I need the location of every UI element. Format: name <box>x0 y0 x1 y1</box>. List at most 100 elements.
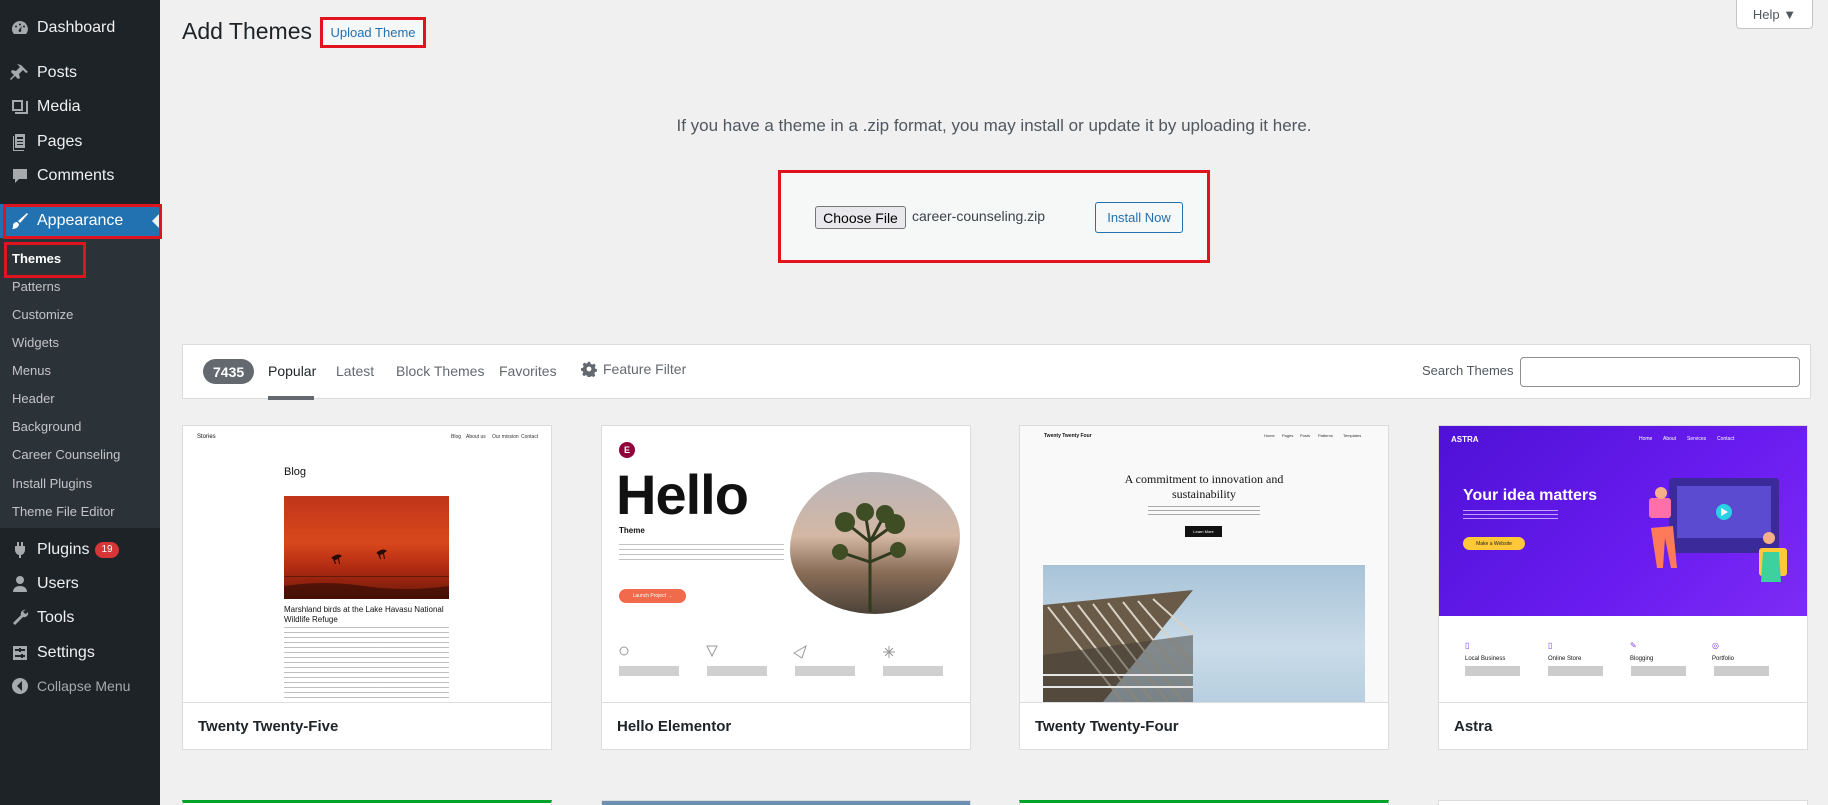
preview-nav-item: Home <box>1639 436 1653 442</box>
gear-icon <box>581 361 597 377</box>
theme-card-row2-2[interactable] <box>601 800 971 805</box>
theme-card-row2-3[interactable] <box>1019 800 1389 805</box>
preview-subheading: Theme <box>619 526 645 535</box>
feature-label: Portfolio <box>1712 656 1735 662</box>
menu-label-dashboard: Dashboard <box>37 19 116 36</box>
theme-card-astra[interactable]: ASTRA Home About Services Contact Your i… <box>1438 425 1808 750</box>
submenu-item-menus[interactable]: Menus <box>12 363 51 378</box>
search-themes-input[interactable] <box>1520 357 1800 387</box>
submenu-item-customize[interactable]: Customize <box>12 307 73 322</box>
tab-latest[interactable]: Latest <box>336 363 374 379</box>
menu-label-media: Media <box>37 98 81 115</box>
menu-item-media[interactable]: Media <box>0 90 160 124</box>
menu-item-comments[interactable]: Comments <box>0 159 160 193</box>
feature-filter-button[interactable]: Feature Filter <box>581 361 686 377</box>
menu-label-settings: Settings <box>37 644 95 661</box>
preview-make-website-button: Make a Website <box>1463 537 1525 550</box>
elementor-logo: E <box>619 442 635 458</box>
menu-label-collapse: Collapse Menu <box>37 678 131 694</box>
pages-icon <box>9 132 31 152</box>
submenu-item-career-counseling[interactable]: Career Counseling <box>12 447 120 462</box>
paintbrush-icon <box>9 211 31 231</box>
install-now-button[interactable]: Install Now <box>1095 202 1183 233</box>
comment-icon <box>9 166 31 186</box>
upload-form: Choose File career-counseling.zip Instal… <box>778 170 1210 263</box>
tab-favorites[interactable]: Favorites <box>499 363 557 379</box>
feature-description-text <box>1465 666 1785 676</box>
upload-description: If you have a theme in a .zip format, yo… <box>676 116 1312 135</box>
menu-label-users: Users <box>37 575 79 592</box>
preview-body-text <box>1148 506 1260 515</box>
collapse-icon <box>9 676 31 696</box>
plugins-update-badge: 19 <box>95 542 119 558</box>
menu-item-posts[interactable]: Posts <box>0 56 160 90</box>
menu-item-users[interactable]: Users <box>0 567 160 601</box>
theme-name: Twenty Twenty-Five <box>183 702 551 749</box>
preview-nav-item: Templates <box>1343 433 1362 438</box>
preview-caption: Marshland birds at the Lake Havasu Natio… <box>284 605 444 624</box>
submenu-item-header[interactable]: Header <box>12 391 55 406</box>
media-icon <box>9 97 31 117</box>
menu-label-comments: Comments <box>37 167 115 184</box>
theme-filter-bar: 7435 Popular Latest Block Themes Favorit… <box>182 344 1811 400</box>
preview-heading: A commitment to innovation and sustainab… <box>1124 472 1284 501</box>
menu-item-settings[interactable]: Settings <box>0 636 160 670</box>
preview-nav-item: Contact <box>1717 436 1735 442</box>
menu-item-appearance[interactable]: Appearance <box>0 204 160 238</box>
theme-card-row2-1[interactable] <box>182 800 552 805</box>
preview-nav-item: Our mission <box>492 434 519 440</box>
submenu-item-install-plugins[interactable]: Install Plugins <box>12 476 92 491</box>
plug-icon <box>9 540 31 560</box>
feature-label: Online Store <box>1548 656 1582 662</box>
menu-label-pages: Pages <box>37 133 83 150</box>
feature-filter-label: Feature Filter <box>603 361 687 377</box>
astra-logo: ASTRA <box>1451 435 1479 444</box>
preview-footer-text <box>619 666 949 676</box>
tab-block-themes[interactable]: Block Themes <box>396 363 484 379</box>
submenu-item-background[interactable]: Background <box>12 419 81 434</box>
preview-make-website-label: Make a Website <box>1476 540 1512 547</box>
wrench-icon <box>9 608 31 628</box>
preview-learn-more-label: Learn More <box>1193 529 1214 534</box>
preview-launch-label: Launch Project → <box>632 593 673 599</box>
theme-card-row2-4[interactable] <box>1438 800 1808 805</box>
submenu-item-widgets[interactable]: Widgets <box>12 335 59 350</box>
menu-item-tools[interactable]: Tools <box>0 601 160 635</box>
preview-nav-item: Home <box>1264 433 1275 438</box>
menu-item-dashboard[interactable]: Dashboard <box>0 11 160 45</box>
choose-file-button[interactable]: Choose File <box>815 206 906 229</box>
theme-name: Twenty Twenty-Four <box>1020 702 1388 749</box>
active-tab-indicator <box>268 396 314 400</box>
help-tab-button[interactable]: Help ▼ <box>1736 0 1813 29</box>
menu-item-pages[interactable]: Pages <box>0 125 160 159</box>
preview-launch-button: Launch Project → <box>619 589 686 603</box>
preview-site-title: Stories <box>197 434 216 440</box>
preview-sunset-image <box>284 496 449 599</box>
submenu-item-theme-file-editor[interactable]: Theme File Editor <box>12 504 115 519</box>
business-icon: ▯ <box>1465 641 1470 650</box>
preview-heading: Blog <box>284 466 307 478</box>
theme-name: Hello Elementor <box>602 702 970 749</box>
menu-item-plugins[interactable]: Plugins 19 <box>0 533 160 567</box>
theme-card-twenty-twenty-five[interactable]: Stories Blog About us Our mission Contac… <box>182 425 552 750</box>
theme-card-twenty-twenty-four[interactable]: Twenty Twenty Four Home Pages Posts Patt… <box>1019 425 1389 750</box>
theme-name: Astra <box>1439 702 1807 749</box>
collapse-menu-button[interactable]: Collapse Menu <box>0 669 160 703</box>
elementor-logo-letter: E <box>623 445 630 455</box>
preview-architecture-image <box>1043 565 1365 702</box>
preview-nav-item: Posts <box>1300 433 1311 438</box>
menu-label-posts: Posts <box>37 64 78 81</box>
submenu-item-patterns[interactable]: Patterns <box>12 279 60 294</box>
preview-body-text <box>619 544 784 562</box>
menu-label-plugins: Plugins <box>37 541 90 558</box>
tab-popular[interactable]: Popular <box>268 363 316 379</box>
upload-theme-button[interactable]: Upload Theme <box>320 17 426 48</box>
submenu-item-themes[interactable]: Themes <box>12 251 61 266</box>
preview-site-title: Twenty Twenty Four <box>1044 433 1092 439</box>
preview-nav-item: Patterns <box>1318 433 1333 438</box>
theme-screenshot: E Hello Theme Launch Project → <box>602 426 970 702</box>
theme-card-hello-elementor[interactable]: E Hello Theme Launch Project → Hello Ele… <box>601 425 971 750</box>
user-icon <box>9 574 31 594</box>
preview-nav-item: About <box>1663 436 1677 442</box>
theme-count-badge: 7435 <box>203 359 255 384</box>
